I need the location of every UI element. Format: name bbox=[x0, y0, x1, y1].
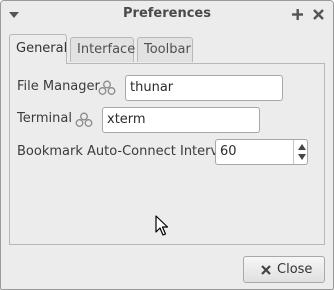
spin-divider bbox=[293, 140, 294, 164]
file-manager-label: File Manager bbox=[17, 79, 100, 94]
close-button-label: Close bbox=[277, 262, 313, 277]
gear-cluster-icon bbox=[98, 80, 116, 95]
preferences-window: Preferences General Interface Toolbar Fi… bbox=[0, 0, 334, 290]
bookmark-interval-label: Bookmark Auto-Connect Interval bbox=[17, 144, 230, 159]
file-manager-field[interactable]: thunar bbox=[125, 75, 283, 101]
bookmark-interval-spinbox[interactable]: 60 bbox=[215, 139, 308, 165]
plus-icon[interactable] bbox=[291, 8, 304, 21]
bookmark-interval-value: 60 bbox=[220, 144, 237, 159]
window-title: Preferences bbox=[123, 6, 211, 21]
tab-toolbar[interactable]: Toolbar bbox=[137, 37, 193, 62]
gear-cluster-icon bbox=[75, 112, 93, 127]
terminal-field[interactable]: xterm bbox=[102, 107, 260, 133]
terminal-label: Terminal bbox=[17, 111, 72, 126]
tab-interface[interactable]: Interface bbox=[70, 37, 135, 62]
chevron-down-icon[interactable] bbox=[297, 151, 307, 163]
close-icon bbox=[261, 265, 271, 275]
close-icon[interactable] bbox=[312, 8, 325, 21]
tab-general[interactable]: General bbox=[9, 34, 67, 64]
mouse-pointer-icon bbox=[155, 215, 169, 236]
close-button[interactable]: Close bbox=[243, 256, 325, 283]
title-bar: Preferences bbox=[1, 1, 333, 28]
